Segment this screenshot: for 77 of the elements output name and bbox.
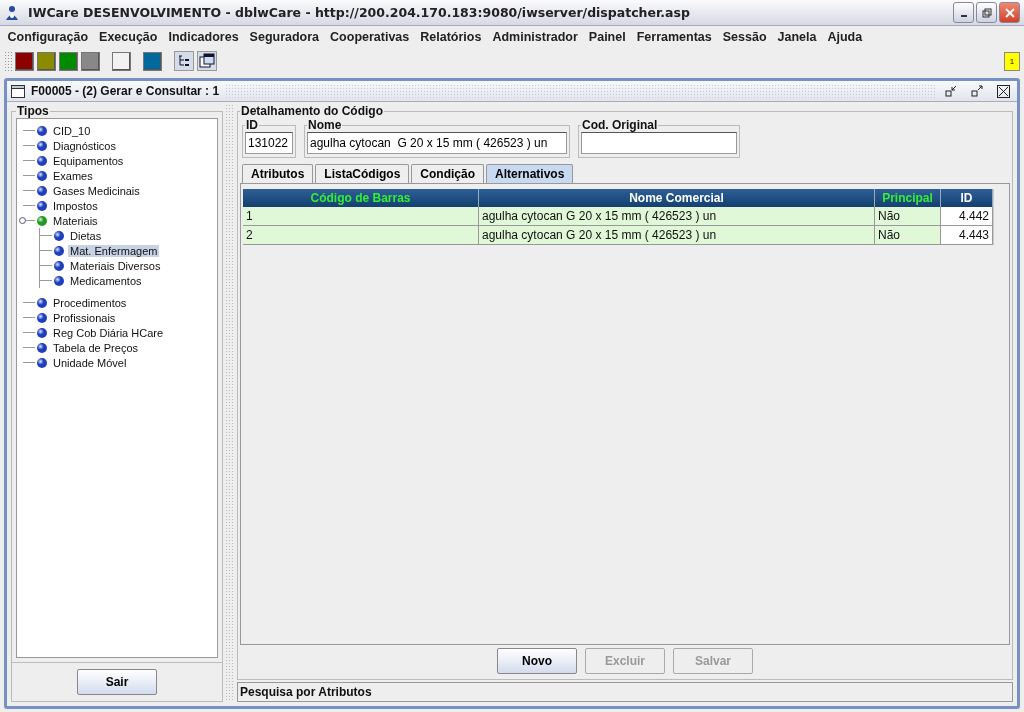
- table-cell: 2: [243, 226, 479, 245]
- tree-item[interactable]: CID_10: [51, 124, 93, 137]
- table-cell: Não: [875, 207, 941, 226]
- column-header[interactable]: Nome Comercial: [479, 189, 875, 207]
- menu-item[interactable]: Indicadores: [162, 30, 245, 44]
- minimize-button[interactable]: [953, 2, 974, 23]
- expand-handle-icon[interactable]: [19, 217, 26, 224]
- table-cell: 4.443: [941, 226, 993, 245]
- text-field[interactable]: agulha cytocan G 20 x 15 mm ( 426523 ) un: [307, 132, 567, 154]
- close-button[interactable]: [999, 2, 1020, 23]
- table-cell: agulha cytocan G 20 x 15 mm ( 426523 ) un: [479, 226, 875, 245]
- tree-item[interactable]: Gases Medicinais: [51, 184, 142, 197]
- tab[interactable]: ListaCódigos: [315, 164, 410, 183]
- color-swatch[interactable]: [112, 51, 131, 71]
- menu-item[interactable]: Ferramentas: [631, 30, 718, 44]
- menu-item[interactable]: Janela: [772, 30, 822, 44]
- column-header[interactable]: Código de Barras: [243, 189, 479, 207]
- close-frame-icon[interactable]: [994, 84, 1013, 98]
- menu-item[interactable]: Cooperativas: [324, 30, 415, 44]
- field-label: Nome: [307, 118, 343, 132]
- table-cell: agulha cytocan G 20 x 15 mm ( 426523 ) un: [479, 207, 875, 226]
- color-swatch[interactable]: [37, 51, 56, 71]
- menu-item[interactable]: Ajuda: [821, 30, 868, 44]
- text-field[interactable]: 131022: [245, 132, 293, 154]
- tree-item[interactable]: Diagnósticos: [51, 139, 118, 152]
- tree-item[interactable]: Tabela de Preços: [51, 341, 140, 354]
- tab[interactable]: Atributos: [242, 164, 314, 183]
- table-cell: Não: [875, 226, 941, 245]
- notification-badge[interactable]: 1: [1004, 51, 1020, 71]
- tab[interactable]: Condição: [411, 164, 484, 183]
- tree-item[interactable]: Mat. Enfermagem: [68, 244, 160, 257]
- restore-button[interactable]: [976, 2, 997, 23]
- menu-item[interactable]: Seguradora: [244, 30, 325, 44]
- exit-button[interactable]: Sair: [77, 669, 157, 695]
- window-title: IWCare DESENVOLVIMENTO - dblwCare - http://200.204.170.183:9080/iwserver/dispatcher.asp: [28, 5, 691, 20]
- tree-item[interactable]: Equipamentos: [51, 154, 126, 167]
- minimize-icon: [960, 14, 967, 17]
- tree-item[interactable]: Procedimentos: [51, 296, 129, 309]
- menu-item[interactable]: Configuração: [2, 30, 94, 44]
- tree-item[interactable]: Medicamentos: [68, 274, 144, 287]
- field-label: Cod. Original: [581, 118, 659, 132]
- color-swatch[interactable]: [59, 51, 78, 71]
- column-header[interactable]: Principal: [875, 189, 941, 207]
- person-icon: [4, 4, 20, 21]
- close-icon: [1004, 7, 1015, 18]
- windows-icon[interactable]: [197, 51, 217, 71]
- column-header[interactable]: ID: [941, 189, 993, 207]
- text-field[interactable]: [581, 132, 737, 154]
- restore-icon: [981, 7, 992, 18]
- panel-title: Detalhamento do Código: [240, 104, 384, 118]
- status-bar: Pesquisa por Atributos: [237, 682, 1013, 702]
- menu-item[interactable]: Relatórios: [414, 30, 487, 44]
- window-icon: [11, 84, 25, 98]
- action-button[interactable]: Novo: [497, 648, 577, 674]
- menu-item[interactable]: Painel: [583, 30, 632, 44]
- tree-item[interactable]: Impostos: [51, 199, 100, 212]
- tree-item[interactable]: Profissionais: [51, 311, 118, 324]
- tree-item[interactable]: Reg Cob Diária HCare: [51, 326, 166, 339]
- menu-item[interactable]: Sessão: [717, 30, 772, 44]
- color-swatch[interactable]: [15, 51, 34, 71]
- frame-title: F00005 - (2) Gerar e Consultar : 1: [31, 84, 220, 98]
- tree-item[interactable]: Exames: [51, 169, 95, 182]
- menu-item[interactable]: Administrador: [486, 30, 584, 44]
- table-cell: 4.442: [941, 207, 993, 226]
- tree-item[interactable]: Materiais: [51, 214, 100, 227]
- tree-item[interactable]: Materiais Diversos: [68, 259, 163, 272]
- table-cell: 1: [243, 207, 479, 226]
- tab[interactable]: Alternativos: [486, 164, 574, 183]
- tree-item[interactable]: Unidade Móvel: [51, 356, 129, 369]
- menu-item[interactable]: Execução: [93, 30, 163, 44]
- splitter-handle[interactable]: [225, 104, 235, 702]
- tree-item[interactable]: Dietas: [68, 229, 104, 242]
- color-swatch[interactable]: [143, 51, 162, 71]
- field-label: ID: [245, 118, 259, 132]
- color-swatch[interactable]: [81, 51, 100, 71]
- tree-view-icon[interactable]: [174, 51, 194, 71]
- panel-title: Tipos: [16, 104, 50, 118]
